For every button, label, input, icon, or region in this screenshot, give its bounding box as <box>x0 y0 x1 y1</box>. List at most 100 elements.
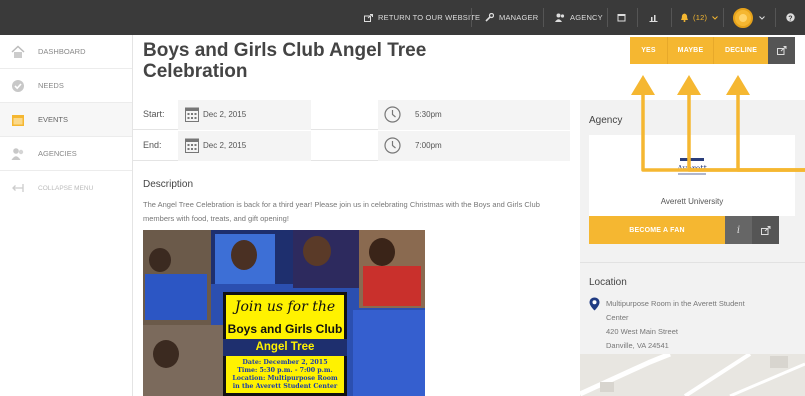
description-heading: Description <box>143 179 194 190</box>
rsvp-yes-button[interactable]: YES <box>630 37 667 64</box>
end-date: Dec 2, 2015 <box>203 141 247 150</box>
help-button[interactable]: ? <box>786 0 795 35</box>
agency-logo: Averett <box>676 158 708 175</box>
poster-title-line2: Angel Tree Celebration <box>223 339 347 370</box>
collapse-menu-button[interactable]: COLLAPSE MENU <box>0 171 132 205</box>
check-circle-icon <box>12 80 24 92</box>
return-to-website-link[interactable]: RETURN TO OUR WEBSITE <box>364 0 480 35</box>
stats-menu-button[interactable] <box>649 0 658 35</box>
chevron-down-icon <box>759 15 765 20</box>
share-icon <box>760 225 770 235</box>
users-icon <box>555 13 565 22</box>
sidebar-item-label: NEEDS <box>38 81 64 90</box>
sidebar-item-events[interactable]: EVENTS <box>0 103 132 137</box>
poster-photo-shirt <box>363 266 421 306</box>
svg-text:?: ? <box>788 15 792 22</box>
poster-time: Time: 5:30 p.m. - 7:00 p.m. <box>237 367 333 374</box>
start-label: Start: <box>143 109 165 119</box>
users-icon <box>11 148 24 160</box>
calendar-icon <box>617 14 626 22</box>
agency-link[interactable]: AGENCY <box>555 0 603 35</box>
start-time-field: 5:30pm <box>378 100 570 130</box>
top-navbar: RETURN TO OUR WEBSITE MANAGER AGENCY (12… <box>0 0 805 35</box>
sidebar-item-label: EVENTS <box>38 115 69 124</box>
rsvp-decline-button[interactable]: DECLINE <box>713 37 768 64</box>
start-date: Dec 2, 2015 <box>203 110 247 119</box>
poster-photo-face <box>369 238 395 266</box>
sidebar: DASHBOARD NEEDS EVENTS AGENCIES COLLAPSE… <box>0 35 133 396</box>
chevron-down-icon <box>712 15 718 20</box>
end-row: End: Dec 2, 2015 7:00pm <box>133 131 570 161</box>
start-date-field: Dec 2, 2015 <box>178 100 311 130</box>
clock-icon <box>384 137 401 154</box>
bar-chart-icon <box>649 15 658 22</box>
description-text: The Angel Tree Celebration is back for a… <box>143 200 540 223</box>
location-line-3: 420 West Main Street <box>606 327 678 336</box>
agency-label: AGENCY <box>570 13 603 22</box>
divider <box>543 8 544 27</box>
divider <box>671 8 672 27</box>
calendar-icon <box>12 115 24 126</box>
end-time: 7:00pm <box>415 141 442 150</box>
end-date-field: Dec 2, 2015 <box>178 131 311 161</box>
question-circle-icon: ? <box>786 13 795 22</box>
start-time: 5:30pm <box>415 110 442 119</box>
location-map[interactable] <box>580 354 805 396</box>
poster-photo-face <box>153 340 179 368</box>
agency-info-button[interactable]: i <box>725 216 752 244</box>
poster-location-2: in the Averett Student Center <box>232 383 338 390</box>
divider <box>607 8 608 27</box>
return-to-website-label: RETURN TO OUR WEBSITE <box>378 13 481 22</box>
poster-location: Location: Multipurpose Room <box>232 375 338 382</box>
poster-photo-shirt <box>145 274 207 320</box>
divider <box>723 8 724 27</box>
home-icon <box>11 45 25 58</box>
agency-name: Averett University <box>660 197 724 206</box>
arrowhead <box>631 75 655 95</box>
location-heading: Location <box>589 277 627 288</box>
become-a-fan-button[interactable]: BECOME A FAN <box>589 216 725 244</box>
manager-link[interactable]: MANAGER <box>485 0 538 35</box>
poster-photo-face <box>149 248 171 272</box>
user-avatar[interactable] <box>733 8 753 28</box>
share-icon <box>776 46 786 55</box>
divider <box>580 262 805 263</box>
map-tiles <box>580 354 805 396</box>
user-menu-toggle[interactable] <box>759 0 765 35</box>
end-label: End: <box>143 140 162 150</box>
location-line-2: Center <box>606 313 629 322</box>
alerts-dropdown[interactable]: (12) <box>681 0 718 35</box>
sidebar-item-dashboard[interactable]: DASHBOARD <box>0 35 132 69</box>
arrowhead <box>726 75 750 95</box>
agency-card[interactable]: Averett Averett University <box>589 135 795 216</box>
location-line-4: Danville, VA 24541 <box>606 341 669 350</box>
poster-text-card: Join us for the Boys and Girls Club Ange… <box>223 292 347 396</box>
divider <box>471 8 472 27</box>
clock-icon <box>384 106 401 123</box>
map-pin-icon <box>589 297 600 311</box>
end-time-field: 7:00pm <box>378 131 570 161</box>
sidebar-item-agencies[interactable]: AGENCIES <box>0 137 132 171</box>
sidebar-item-label: AGENCIES <box>38 149 77 158</box>
page-title: Boys and Girls Club Angel Tree Celebrati… <box>143 40 427 82</box>
collapse-menu-label: COLLAPSE MENU <box>38 184 94 192</box>
agency-heading: Agency <box>589 115 623 126</box>
poster-photo-face <box>231 240 257 270</box>
sidebar-item-needs[interactable]: NEEDS <box>0 69 132 103</box>
share-button[interactable] <box>768 37 795 64</box>
agency-share-button[interactable] <box>752 216 779 244</box>
rsvp-maybe-button[interactable]: MAYBE <box>667 37 713 64</box>
info-icon: i <box>736 224 741 236</box>
collapse-icon <box>12 184 24 192</box>
svg-text:Averett: Averett <box>676 164 707 173</box>
divider <box>775 8 776 27</box>
divider <box>637 8 638 27</box>
calendar-menu-button[interactable] <box>617 0 626 35</box>
external-link-icon <box>364 13 373 22</box>
poster-photo-face <box>303 236 331 266</box>
alerts-count: (12) <box>693 13 708 22</box>
event-poster-image: Join us for the Boys and Girls Club Ange… <box>143 230 425 396</box>
manager-label: MANAGER <box>499 13 539 22</box>
arrowhead <box>677 75 701 95</box>
location-line-1: Multipurpose Room in the Averett Student <box>606 299 745 308</box>
